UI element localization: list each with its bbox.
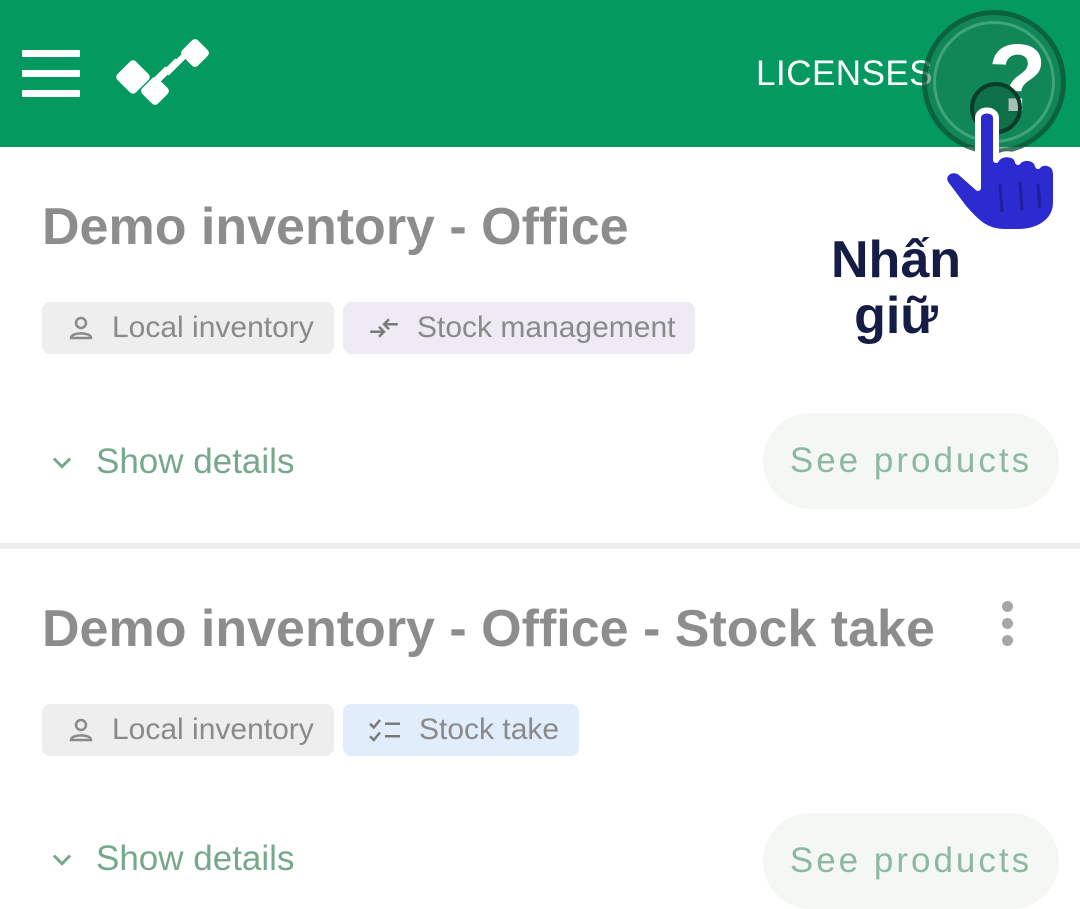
- chip-stock-management: Stock management: [343, 302, 696, 354]
- inventory-card: Demo inventory - Office Local inventory …: [0, 147, 1080, 543]
- checklist-icon: [369, 719, 400, 742]
- app-logo: [116, 39, 209, 105]
- inventory-card: Demo inventory - Office - Stock take Loc…: [0, 549, 1080, 909]
- hamburger-menu-icon[interactable]: [22, 50, 86, 100]
- chip-local-inventory: Local inventory: [42, 704, 334, 756]
- show-details-button[interactable]: Show details: [48, 839, 294, 879]
- swap-arrows-icon: [370, 318, 398, 338]
- see-products-button[interactable]: See products: [763, 413, 1059, 509]
- app-bar: LICENSES: [0, 0, 1080, 147]
- chip-label: Stock management: [417, 311, 676, 344]
- person-icon: [69, 718, 93, 742]
- chip-label: Local inventory: [112, 311, 314, 344]
- chip-label: Stock take: [419, 713, 560, 746]
- chip-local-inventory: Local inventory: [42, 302, 334, 354]
- inventory-title: Demo inventory - Office - Stock take: [42, 600, 935, 658]
- see-products-button[interactable]: See products: [763, 813, 1059, 909]
- show-details-label: Show details: [96, 442, 295, 481]
- chevron-down-icon: [52, 854, 72, 866]
- more-options-icon[interactable]: [990, 601, 1024, 647]
- chip-stock-take: Stock take: [343, 704, 580, 756]
- show-details-label: Show details: [96, 839, 295, 878]
- chevron-down-icon: [52, 457, 72, 469]
- show-details-button[interactable]: Show details: [48, 442, 294, 482]
- person-icon: [69, 316, 93, 340]
- inventory-title: Demo inventory - Office: [42, 198, 629, 256]
- licenses-button[interactable]: LICENSES: [756, 54, 933, 94]
- chip-label: Local inventory: [112, 713, 314, 746]
